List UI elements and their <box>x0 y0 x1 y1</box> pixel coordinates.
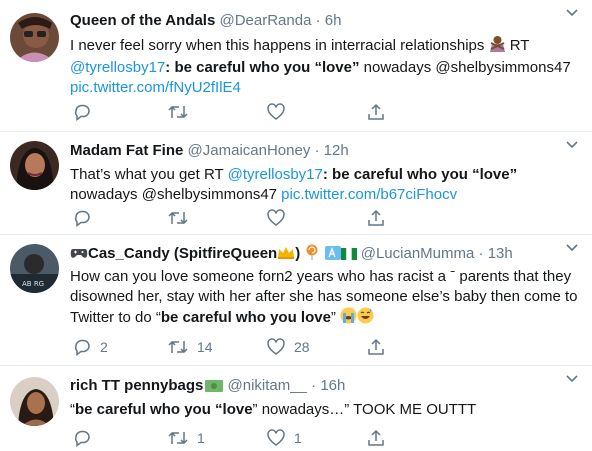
crown-emoji <box>277 246 295 266</box>
display-name[interactable]: Cas_Candy (SpitfireQueen <box>88 245 277 262</box>
heart-icon <box>267 209 285 227</box>
chevron-down-icon[interactable] <box>566 4 578 22</box>
timestamp[interactable]: 6h <box>325 12 342 29</box>
retweet-button[interactable] <box>168 101 197 123</box>
like-count: 28 <box>294 339 310 355</box>
share-button[interactable] <box>367 427 385 449</box>
reply-button[interactable] <box>73 207 100 229</box>
lollipop-emoji <box>304 244 320 266</box>
heart-icon <box>267 338 285 356</box>
retweet-count: 1 <box>197 430 205 446</box>
tweet-feed: Queen of the Andals @DearRanda · 6h I ne… <box>0 0 592 451</box>
reply-icon <box>73 429 91 447</box>
reply-button[interactable] <box>73 427 100 449</box>
reply-button[interactable]: 2 <box>73 336 108 358</box>
timestamp[interactable]: 16h <box>320 377 345 394</box>
display-name[interactable]: Madam Fat Fine <box>70 142 183 159</box>
highlighted-text: be careful who you “love <box>75 401 253 418</box>
highlighted-text: be careful who you “love” <box>332 166 518 183</box>
display-name[interactable]: Queen of the Andals <box>70 12 215 29</box>
retweet-count: 14 <box>197 339 213 355</box>
share-button[interactable] <box>367 101 385 123</box>
like-button[interactable] <box>267 207 294 229</box>
reply-button[interactable] <box>73 101 100 123</box>
reply-icon <box>73 338 91 356</box>
media-link[interactable]: pic.twitter.com/fNyU2fIlE4 <box>70 79 241 96</box>
like-button[interactable]: 28 <box>267 336 310 358</box>
banknote-emoji <box>205 378 224 398</box>
retweet-button[interactable]: 1 <box>168 427 205 449</box>
media-link[interactable]: pic.twitter.com/b67ciFhocv <box>281 186 457 203</box>
heart-icon <box>267 429 285 447</box>
avatar[interactable]: AB RG <box>10 244 59 293</box>
tweet-text: That’s what you get RT @tyrellosby17: be… <box>70 166 518 203</box>
ab-button-emoji <box>324 246 341 266</box>
chevron-down-icon[interactable] <box>566 239 578 257</box>
like-count: 1 <box>294 430 302 446</box>
avatar[interactable] <box>10 141 59 190</box>
loudly-crying-face-emoji <box>340 307 357 330</box>
tweet[interactable]: Queen of the Andals @DearRanda · 6h I ne… <box>0 0 592 132</box>
tweet-text: I never feel sorry when this happens in … <box>70 35 571 96</box>
avatar[interactable] <box>10 13 59 62</box>
reply-icon <box>73 103 91 121</box>
mention-link[interactable]: @tyrellosby17 <box>228 166 323 183</box>
heart-icon <box>267 103 285 121</box>
svg-text:AB RG: AB RG <box>22 280 44 288</box>
avatar[interactable] <box>10 377 59 426</box>
highlighted-text: be careful who you love <box>160 309 331 326</box>
person-gesturing-no-emoji <box>489 35 506 58</box>
share-icon <box>367 209 385 227</box>
retweet-icon <box>168 429 188 447</box>
share-icon <box>367 338 385 356</box>
grinning-face-sweat-emoji <box>357 307 374 330</box>
like-button[interactable] <box>267 101 294 123</box>
highlighted-text: be careful who you “love” <box>174 59 360 76</box>
tweet-text: “be careful who you “love” nowadays…” TO… <box>70 401 477 418</box>
like-button[interactable]: 1 <box>267 427 302 449</box>
share-icon <box>367 103 385 121</box>
retweet-icon <box>168 209 188 227</box>
user-handle[interactable]: @DearRanda <box>219 12 311 29</box>
user-handle[interactable]: @nikitam__ <box>228 377 307 394</box>
reply-icon <box>73 209 91 227</box>
tweet-text: How can you love someone forn2 years who… <box>70 267 582 330</box>
timestamp[interactable]: 12h <box>324 142 349 159</box>
display-name[interactable]: rich TT pennybags <box>70 377 203 394</box>
user-handle[interactable]: @JamaicanHoney <box>188 142 311 159</box>
mention-link[interactable]: @tyrellosby17 <box>70 59 165 76</box>
mention-text: @shelbysimmons47 <box>141 186 277 203</box>
chevron-down-icon[interactable] <box>566 370 578 388</box>
tweet[interactable]: rich TT pennybags @nikitam__ · 16h “be c… <box>0 366 592 451</box>
retweet-button[interactable]: 14 <box>168 336 213 358</box>
tweet[interactable]: Madam Fat Fine @JamaicanHoney · 12h That… <box>0 132 592 235</box>
share-button[interactable] <box>367 207 385 229</box>
share-icon <box>367 429 385 447</box>
timestamp[interactable]: 13h <box>488 245 513 262</box>
chevron-down-icon[interactable] <box>566 136 578 154</box>
share-button[interactable] <box>367 336 385 358</box>
retweet-icon <box>168 103 188 121</box>
user-handle[interactable]: @LucianMumma <box>361 245 475 262</box>
nigeria-flag-emoji <box>340 246 357 266</box>
mention-text: @shelbysimmons47 <box>435 59 571 76</box>
game-controller-emoji <box>70 246 88 266</box>
reply-count: 2 <box>100 339 108 355</box>
tweet[interactable]: AB RG Cas_Candy (SpitfireQueen) @LucianM… <box>0 235 592 366</box>
retweet-button[interactable] <box>168 207 197 229</box>
retweet-icon <box>168 338 188 356</box>
